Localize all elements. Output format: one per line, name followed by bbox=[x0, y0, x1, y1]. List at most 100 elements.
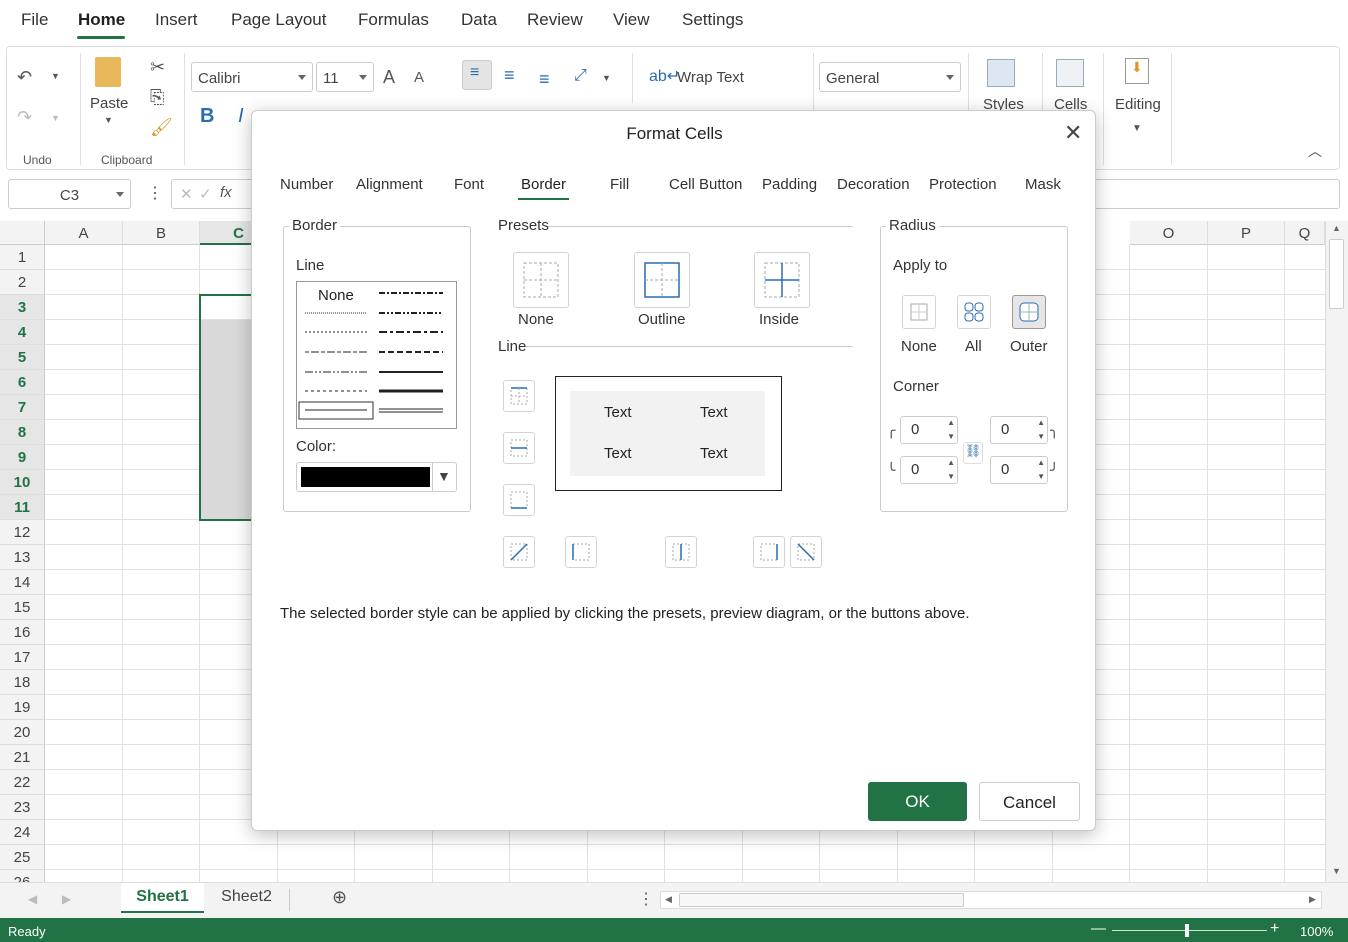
spin-up-icon[interactable]: ▲ bbox=[1037, 418, 1045, 427]
font-name-select[interactable]: Calibri bbox=[191, 62, 313, 92]
italic-button[interactable]: I bbox=[238, 105, 244, 128]
styles-icon[interactable] bbox=[987, 59, 1015, 87]
spin-up-icon[interactable]: ▲ bbox=[947, 418, 955, 427]
row-header[interactable]: 22 bbox=[0, 770, 45, 795]
apply-outer-button[interactable] bbox=[1012, 295, 1046, 329]
cancel-formula-icon[interactable]: ✕ bbox=[180, 185, 193, 203]
preset-none-button[interactable] bbox=[513, 252, 569, 308]
corner-top-left-input[interactable]: 0 ▲ ▼ bbox=[900, 416, 958, 444]
border-diagonal-down-button[interactable] bbox=[790, 536, 822, 568]
row-header[interactable]: 3 bbox=[0, 295, 45, 320]
corner-bottom-right-input[interactable]: 0 ▲ ▼ bbox=[990, 456, 1048, 484]
menu-view[interactable]: View bbox=[613, 10, 650, 30]
scroll-down-icon[interactable]: ▼ bbox=[1332, 866, 1341, 876]
line-style-options[interactable] bbox=[297, 282, 456, 428]
redo-icon[interactable]: ↷ bbox=[17, 107, 32, 128]
more-vert-icon[interactable]: ⋮ bbox=[147, 183, 163, 203]
tab-cell-button[interactable]: Cell Button bbox=[669, 176, 742, 193]
column-header[interactable]: Q bbox=[1285, 221, 1325, 245]
fx-icon[interactable]: fx bbox=[220, 184, 232, 201]
tab-mask[interactable]: Mask bbox=[1025, 176, 1061, 193]
preset-outline-button[interactable] bbox=[634, 252, 690, 308]
scroll-thumb[interactable] bbox=[679, 893, 964, 907]
row-header[interactable]: 9 bbox=[0, 445, 45, 470]
row-header[interactable]: 1 bbox=[0, 245, 45, 270]
column-header[interactable]: P bbox=[1208, 221, 1285, 245]
grow-font-icon[interactable]: A bbox=[383, 67, 395, 88]
copy-icon[interactable]: ⎘ bbox=[150, 87, 164, 108]
wrap-text-icon[interactable]: ab↵ bbox=[649, 66, 680, 86]
row-header[interactable]: 5 bbox=[0, 345, 45, 370]
vertical-scrollbar[interactable]: ▲ ▼ bbox=[1325, 221, 1348, 882]
select-all-corner[interactable] bbox=[0, 221, 45, 245]
tab-protection[interactable]: Protection bbox=[929, 176, 997, 193]
shrink-font-icon[interactable]: A bbox=[414, 69, 424, 86]
border-middle-button[interactable] bbox=[503, 432, 535, 464]
row-header[interactable]: 8 bbox=[0, 420, 45, 445]
cancel-button[interactable]: Cancel bbox=[979, 782, 1080, 821]
cells-icon[interactable] bbox=[1056, 59, 1084, 87]
border-center-button[interactable] bbox=[665, 536, 697, 568]
spin-up-icon[interactable]: ▲ bbox=[947, 458, 955, 467]
more-vert-icon[interactable]: ⋮ bbox=[638, 889, 654, 909]
spin-down-icon[interactable]: ▼ bbox=[947, 472, 955, 481]
row-header[interactable]: 26 bbox=[0, 870, 45, 882]
wrap-text-button[interactable]: Wrap Text bbox=[677, 69, 744, 86]
border-diagonal-up-button[interactable] bbox=[503, 536, 535, 568]
add-sheet-icon[interactable]: ⊕ bbox=[332, 887, 347, 908]
row-header[interactable]: 17 bbox=[0, 645, 45, 670]
column-header[interactable]: A bbox=[45, 221, 123, 245]
editing-button[interactable]: Editing bbox=[1115, 96, 1161, 113]
scroll-left-icon[interactable]: ◀ bbox=[665, 894, 672, 905]
tab-fill[interactable]: Fill bbox=[610, 176, 629, 193]
align-left-button[interactable]: ≡ bbox=[462, 60, 492, 90]
row-header[interactable]: 12 bbox=[0, 520, 45, 545]
bold-button[interactable]: B bbox=[200, 105, 214, 128]
align-right-icon[interactable]: ≡ bbox=[539, 69, 550, 90]
chevron-down-icon[interactable]: ▼ bbox=[437, 468, 451, 484]
tab-decoration[interactable]: Decoration bbox=[837, 176, 910, 193]
sheet-tab-sheet1[interactable]: Sheet1 bbox=[121, 883, 204, 913]
scroll-right-icon[interactable]: ▶ bbox=[1309, 894, 1316, 905]
horizontal-scrollbar[interactable]: ◀ ▶ bbox=[660, 891, 1322, 909]
row-header[interactable]: 10 bbox=[0, 470, 45, 495]
redo-dropdown-icon[interactable]: ▼ bbox=[51, 113, 60, 123]
menu-page-layout[interactable]: Page Layout bbox=[231, 10, 326, 30]
next-sheet-icon[interactable]: ▶ bbox=[62, 892, 71, 906]
number-format-select[interactable]: General bbox=[819, 62, 961, 92]
tab-font[interactable]: Font bbox=[454, 176, 484, 193]
orientation-dropdown-icon[interactable]: ▼ bbox=[602, 73, 611, 83]
border-preview[interactable]: Text Text Text Text bbox=[555, 376, 782, 491]
corner-bottom-left-input[interactable]: 0 ▲ ▼ bbox=[900, 456, 958, 484]
paste-button[interactable]: Paste bbox=[90, 95, 128, 112]
zoom-slider-thumb[interactable] bbox=[1185, 924, 1189, 937]
row-header[interactable]: 15 bbox=[0, 595, 45, 620]
row-header[interactable]: 7 bbox=[0, 395, 45, 420]
editing-dropdown-icon[interactable]: ▼ bbox=[1132, 123, 1142, 134]
zoom-in-icon[interactable]: + bbox=[1270, 920, 1279, 938]
preset-inside-button[interactable] bbox=[754, 252, 810, 308]
undo-dropdown-icon[interactable]: ▼ bbox=[51, 71, 60, 81]
menu-formulas[interactable]: Formulas bbox=[358, 10, 429, 30]
row-header[interactable]: 6 bbox=[0, 370, 45, 395]
link-corners-icon[interactable]: ⛓ bbox=[963, 442, 983, 464]
row-header[interactable]: 23 bbox=[0, 795, 45, 820]
spin-down-icon[interactable]: ▼ bbox=[947, 432, 955, 441]
menu-data[interactable]: Data bbox=[461, 10, 497, 30]
corner-top-right-input[interactable]: 0 ▲ ▼ bbox=[990, 416, 1048, 444]
scroll-thumb[interactable] bbox=[1329, 239, 1344, 309]
line-style-list[interactable]: None bbox=[296, 281, 457, 429]
column-header[interactable]: O bbox=[1130, 221, 1208, 245]
row-header[interactable]: 25 bbox=[0, 845, 45, 870]
spin-down-icon[interactable]: ▼ bbox=[1037, 432, 1045, 441]
format-painter-icon[interactable]: 🖌 bbox=[150, 117, 173, 138]
border-left-button[interactable] bbox=[565, 536, 597, 568]
menu-file[interactable]: File bbox=[21, 10, 48, 30]
row-header[interactable]: 21 bbox=[0, 745, 45, 770]
paste-icon[interactable] bbox=[95, 57, 121, 87]
scroll-up-icon[interactable]: ▲ bbox=[1332, 223, 1341, 233]
row-header[interactable]: 16 bbox=[0, 620, 45, 645]
tab-alignment[interactable]: Alignment bbox=[356, 176, 423, 193]
row-header[interactable]: 24 bbox=[0, 820, 45, 845]
menu-settings[interactable]: Settings bbox=[682, 10, 743, 30]
